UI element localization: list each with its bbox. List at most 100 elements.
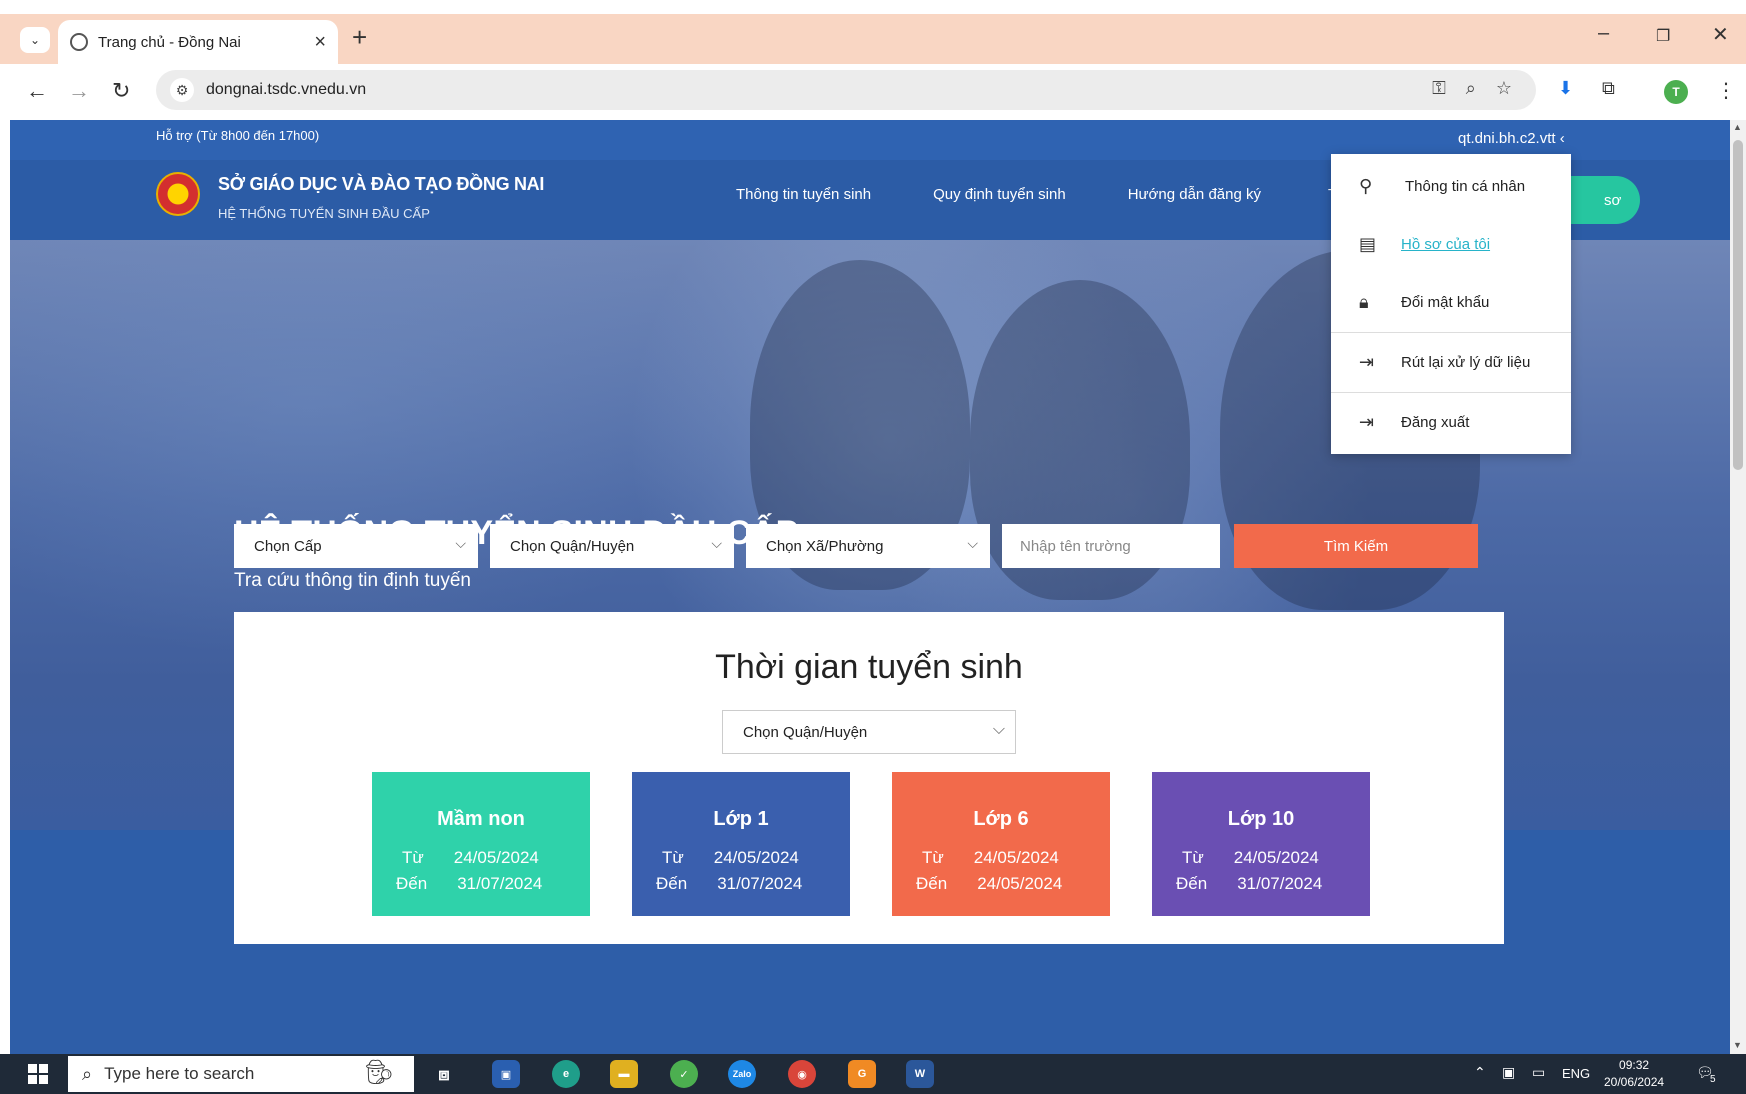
page-scrollbar[interactable]: ▲ ▼ xyxy=(1730,120,1746,1054)
support-hours: Hỗ trợ (Từ 8h00 đến 17h00) xyxy=(156,128,320,143)
menu-item-logout[interactable]: ⇥ Đăng xuất xyxy=(1331,394,1571,450)
level-select[interactable]: Chọn Cấp ⌵ xyxy=(234,524,478,568)
pdf-app-icon[interactable]: G xyxy=(848,1060,876,1088)
restore-icon[interactable]: ❐ xyxy=(1656,26,1670,46)
user-icon: ⚲ xyxy=(1359,175,1373,196)
menu-item-label: Thông tin cá nhân xyxy=(1405,177,1526,195)
scroll-up-icon[interactable]: ▲ xyxy=(1733,122,1742,132)
back-icon[interactable]: ← xyxy=(26,78,48,104)
address-bar[interactable]: ⚙ dongnai.tsdc.vnedu.vn ⚿ ⌕ ☆ xyxy=(156,70,1536,110)
search-button[interactable]: Tìm Kiếm xyxy=(1234,524,1478,568)
schedule-district-select[interactable]: Chọn Quận/Huyện ⌵ xyxy=(722,710,1016,754)
tile-from-date: 24/05/2024 xyxy=(453,848,539,867)
download-icon[interactable]: ⬇ xyxy=(1558,78,1573,99)
tab-title: Trang chủ - Đồng Nai xyxy=(98,33,241,51)
search-icon: ⌕ xyxy=(82,1063,93,1084)
bookmark-star-icon[interactable]: ☆ xyxy=(1496,78,1512,99)
app-icon[interactable]: ✓ xyxy=(670,1060,698,1088)
tile-to-label: Đến xyxy=(916,874,948,893)
globe-icon xyxy=(70,33,88,51)
menu-divider xyxy=(1331,332,1571,333)
district-select[interactable]: Chọn Quận/Huyện ⌵ xyxy=(490,524,734,568)
menu-divider xyxy=(1331,392,1571,393)
zalo-icon[interactable]: Zalo xyxy=(728,1060,756,1088)
exit-icon: ⇥ xyxy=(1359,351,1375,372)
schedule-tile[interactable]: Lớp 6 Từ 24/05/2024 Đến 24/05/2024 xyxy=(892,772,1110,916)
tile-to-date: 31/07/2024 xyxy=(457,874,543,893)
tile-level-name: Lớp 1 xyxy=(713,808,769,830)
windows-start-icon[interactable] xyxy=(28,1064,48,1084)
nav-admission-info[interactable]: Thông tin tuyển sinh xyxy=(736,186,871,203)
level-select-value: Chọn Cấp xyxy=(254,537,322,555)
network-icon[interactable]: ▭ xyxy=(1532,1064,1545,1081)
profile-button-label: sơ xyxy=(1604,191,1622,209)
tile-from-label: Từ xyxy=(1182,848,1204,867)
user-menu: ⚲ Thông tin cá nhân ▤ Hồ sơ của tôi 🔒︎ Đ… xyxy=(1331,154,1571,454)
tab-search-button[interactable]: ⌄ xyxy=(20,27,50,53)
extensions-icon[interactable]: ⧉ xyxy=(1602,78,1615,99)
store-icon[interactable]: ▣ xyxy=(492,1060,520,1088)
chevron-down-icon: ⌵ xyxy=(455,535,466,551)
nav-registration-guide[interactable]: Hướng dẫn đăng ký xyxy=(1128,186,1261,203)
tile-to-row: Đến 24/05/2024 xyxy=(916,874,1062,894)
tile-to-row: Đến 31/07/2024 xyxy=(396,874,542,894)
menu-item-label: Rút lại xử lý dữ liệu xyxy=(1401,353,1531,371)
logout-icon: ⇥ xyxy=(1359,411,1375,432)
scrollbar-thumb[interactable] xyxy=(1733,140,1743,470)
schedule-tile[interactable]: Lớp 10 Từ 24/05/2024 Đến 31/07/2024 xyxy=(1152,772,1370,916)
notification-count: 5 xyxy=(1710,1074,1716,1085)
schedule-tile[interactable]: Mầm non Từ 24/05/2024 Đến 31/07/2024 xyxy=(372,772,590,916)
ward-select[interactable]: Chọn Xã/Phường ⌵ xyxy=(746,524,990,568)
profile-avatar[interactable]: T xyxy=(1664,80,1688,104)
schedule-tile[interactable]: Lớp 1 Từ 24/05/2024 Đến 31/07/2024 xyxy=(632,772,850,916)
hero-subtitle: Tra cứu thông tin định tuyến xyxy=(234,570,471,591)
language-indicator[interactable]: ENG xyxy=(1562,1066,1590,1081)
chrome-icon[interactable]: ◉ xyxy=(788,1060,816,1088)
chevron-down-icon: ⌵ xyxy=(992,721,1005,738)
word-icon[interactable]: W xyxy=(906,1060,934,1088)
tray-expand-icon[interactable]: ⌃ xyxy=(1474,1064,1486,1081)
tile-from-label: Từ xyxy=(922,848,944,867)
search-highlight-icon: 🕵︎ xyxy=(363,1059,394,1086)
clock-time: 09:32 xyxy=(1619,1058,1650,1072)
main-nav: Thông tin tuyển sinh Quy định tuyển sinh… xyxy=(736,186,1261,203)
browser-tab[interactable]: Trang chủ - Đồng Nai × xyxy=(58,20,338,64)
password-key-icon[interactable]: ⚿ xyxy=(1432,78,1446,99)
scroll-down-icon[interactable]: ▼ xyxy=(1733,1040,1742,1050)
more-menu-icon[interactable]: ⋮ xyxy=(1716,78,1736,103)
close-tab-icon[interactable]: × xyxy=(314,31,326,54)
tray-app-icon[interactable]: ▣ xyxy=(1502,1064,1515,1081)
menu-item-my-profile[interactable]: ▤ Hồ sơ của tôi xyxy=(1331,216,1571,272)
tile-to-row: Đến 31/07/2024 xyxy=(1176,874,1322,894)
tile-to-label: Đến xyxy=(396,874,428,893)
tile-from-date: 24/05/2024 xyxy=(973,848,1059,867)
district-select-value: Chọn Quận/Huyện xyxy=(510,537,635,555)
menu-item-personal-info[interactable]: ⚲ Thông tin cá nhân xyxy=(1331,158,1571,214)
zoom-icon[interactable]: ⌕ xyxy=(1466,78,1476,99)
site-info-icon[interactable]: ⚙ xyxy=(170,78,194,102)
reload-icon[interactable]: ↻ xyxy=(112,78,130,104)
tile-from-label: Từ xyxy=(662,848,684,867)
taskbar-search[interactable]: ⌕ Type here to search 🕵︎ xyxy=(68,1056,414,1092)
tile-level-name: Mầm non xyxy=(437,808,525,830)
menu-item-withdraw-data-processing[interactable]: ⇥ Rút lại xử lý dữ liệu xyxy=(1331,334,1571,390)
tile-from-label: Từ xyxy=(402,848,424,867)
minimize-icon[interactable]: – xyxy=(1598,22,1609,45)
menu-item-change-password[interactable]: 🔒︎ Đổi mật khẩu xyxy=(1331,274,1571,330)
school-name-input[interactable]: Nhập tên trường xyxy=(1002,524,1220,568)
tile-level-name: Lớp 10 xyxy=(1227,808,1295,830)
admission-schedule-card: Thời gian tuyển sinh Chọn Quận/Huyện ⌵ M… xyxy=(234,612,1504,944)
user-account-toggle[interactable]: qt.dni.bh.c2.vtt ‹ xyxy=(1458,130,1565,147)
forward-icon[interactable]: → xyxy=(68,78,90,104)
file-explorer-icon[interactable]: ▬ xyxy=(610,1060,638,1088)
edge-icon[interactable]: e xyxy=(552,1060,580,1088)
nav-admission-rules[interactable]: Quy định tuyển sinh xyxy=(933,186,1066,203)
chevron-down-icon: ⌵ xyxy=(967,535,978,551)
new-tab-button[interactable]: + xyxy=(352,22,367,53)
system-clock[interactable]: 09:32 20/06/2024 xyxy=(1604,1057,1664,1091)
task-view-icon[interactable]: ⧈ xyxy=(430,1060,458,1088)
tile-to-date: 24/05/2024 xyxy=(977,874,1063,893)
close-window-icon[interactable]: ✕ xyxy=(1712,22,1729,47)
chevron-down-icon: ⌄ xyxy=(29,33,41,47)
url-text: dongnai.tsdc.vnedu.vn xyxy=(206,81,367,98)
